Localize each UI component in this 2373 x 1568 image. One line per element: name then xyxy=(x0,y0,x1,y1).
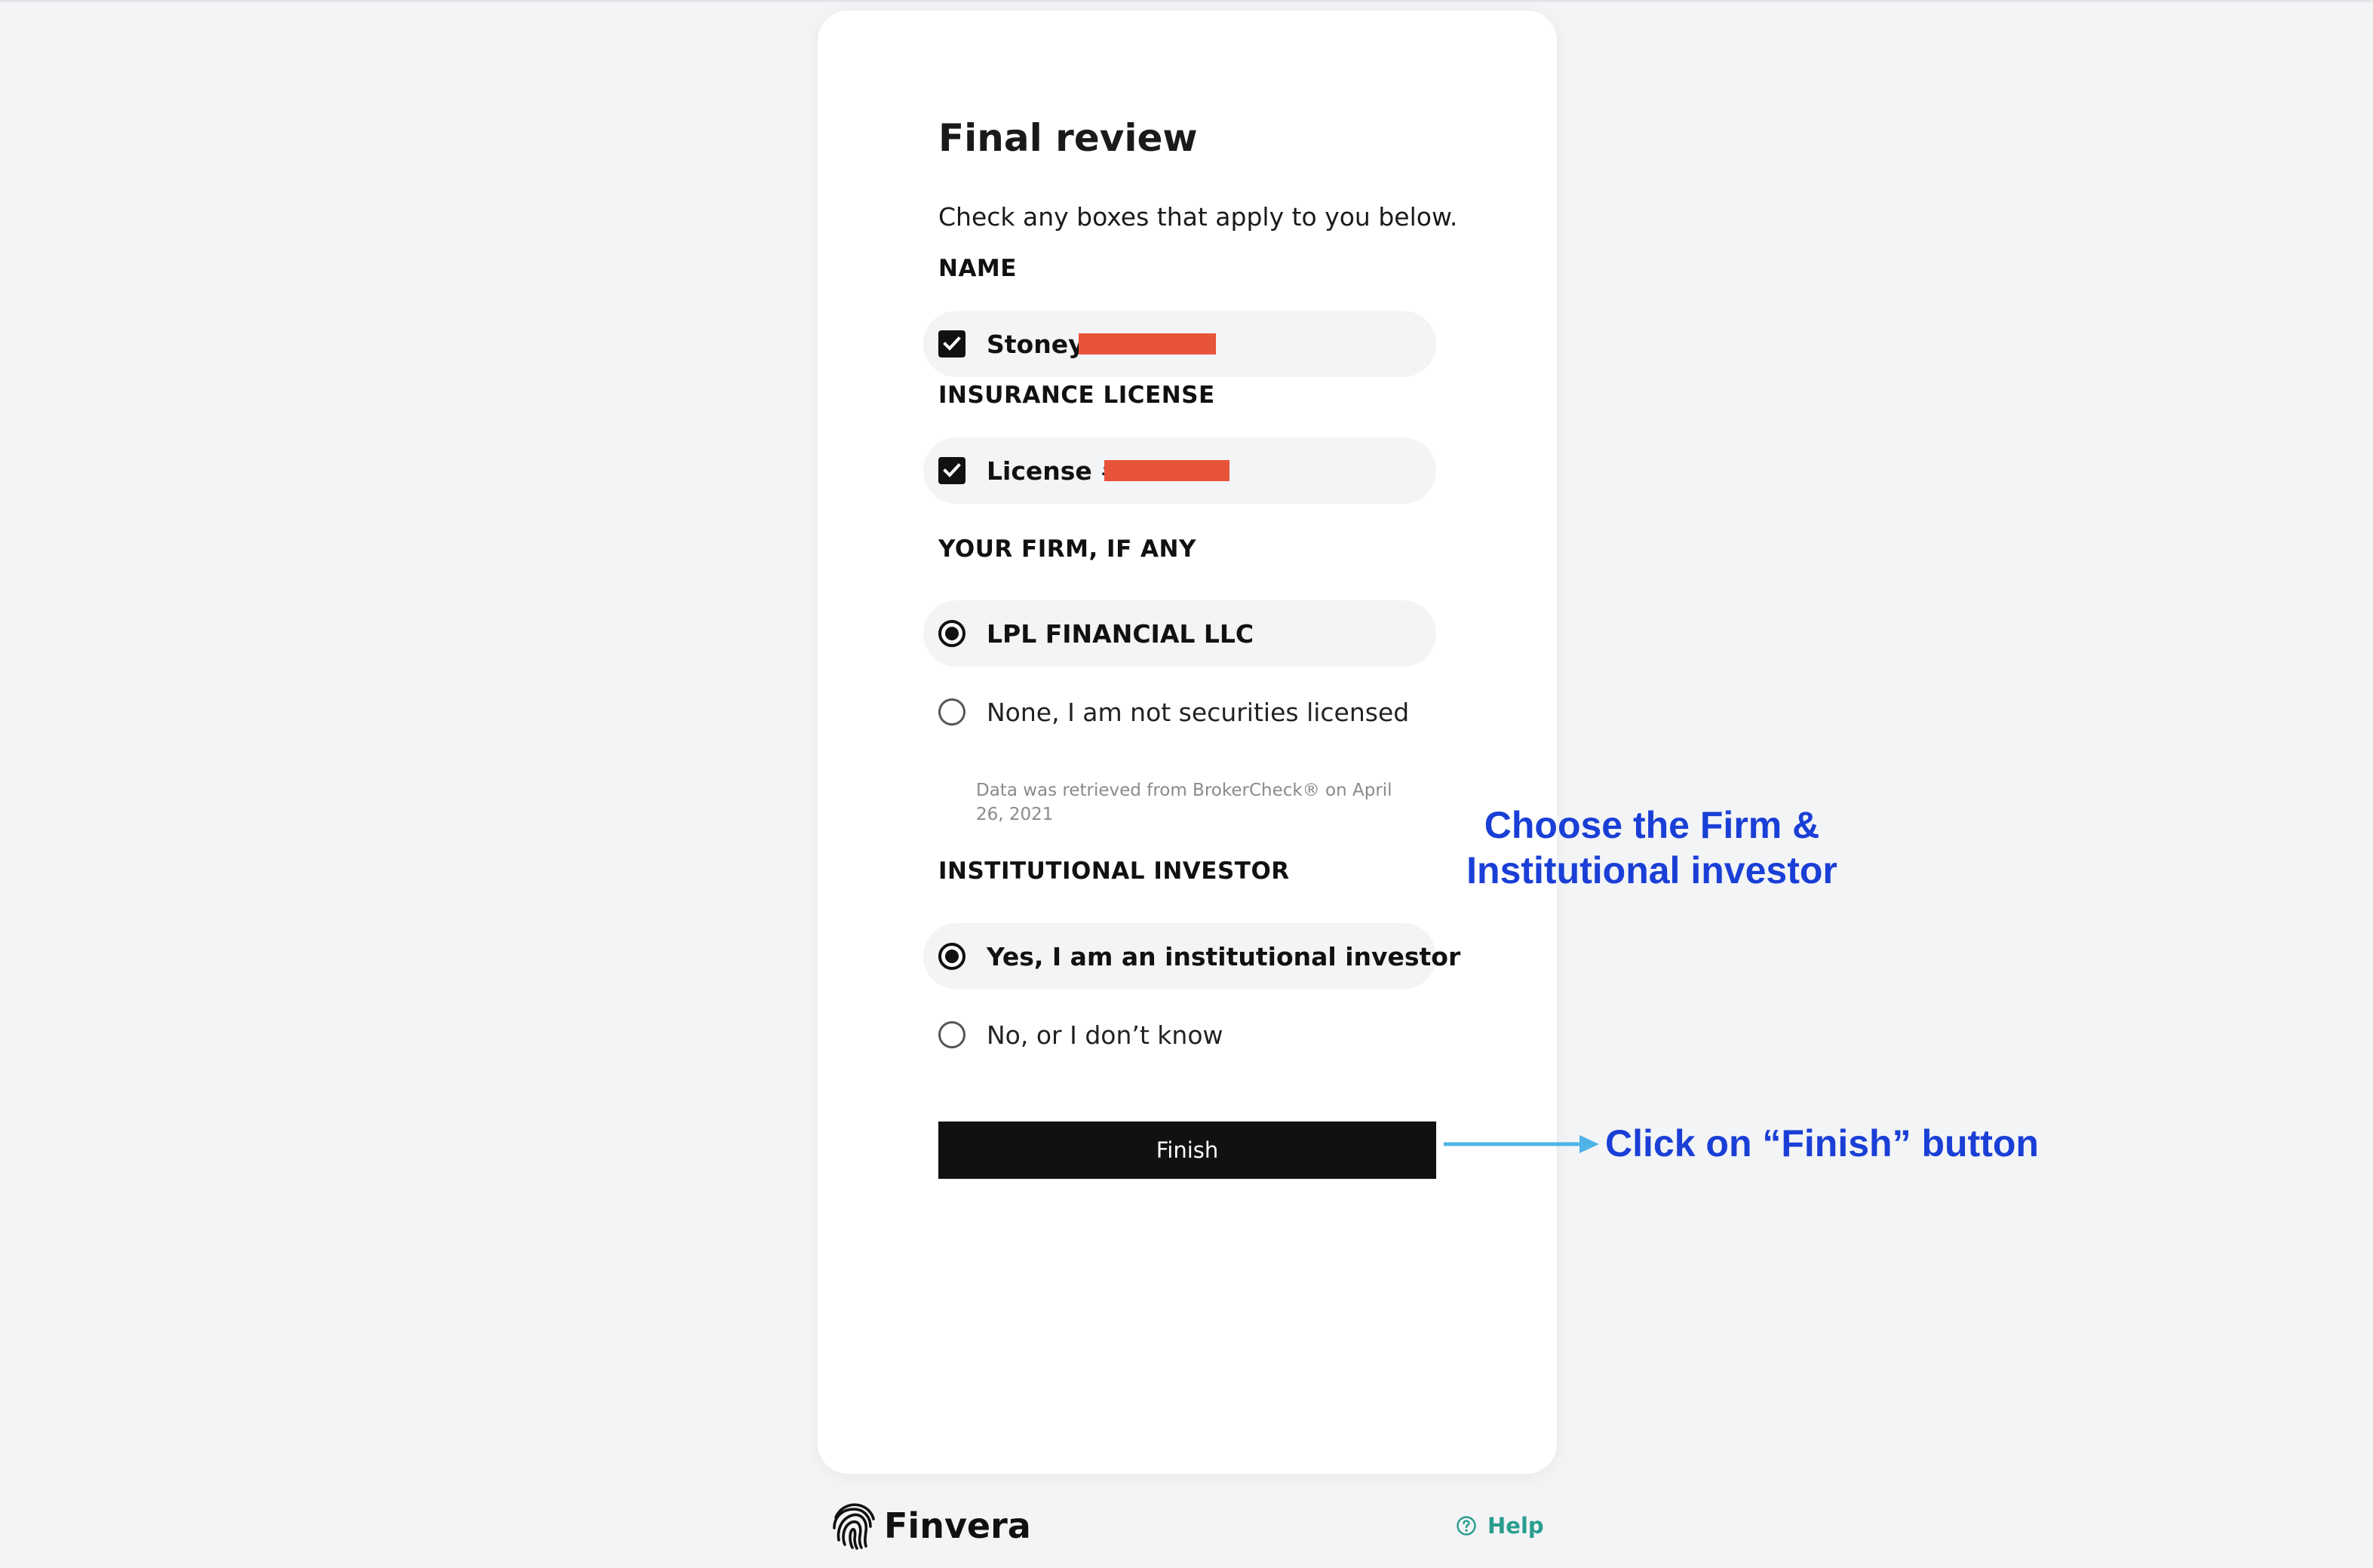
arrow-right-icon xyxy=(1444,1135,1599,1153)
name-redaction xyxy=(1079,333,1216,354)
checkbox-checked-icon[interactable] xyxy=(938,457,965,484)
fingerprint-icon xyxy=(833,1503,875,1550)
radio-unselected-icon[interactable] xyxy=(938,1021,965,1048)
finish-button[interactable]: Finish xyxy=(938,1122,1436,1179)
name-option-text: Stoney xyxy=(987,329,1085,359)
firm-option-lpl-text: LPL FINANCIAL LLC xyxy=(987,618,1254,649)
investor-section-label: INSTITUTIONAL INVESTOR xyxy=(938,858,1290,885)
firm-option-lpl[interactable]: LPL FINANCIAL LLC xyxy=(938,600,1254,667)
license-option-text: License # xyxy=(987,456,1122,486)
firm-section-label: YOUR FIRM, IF ANY xyxy=(938,535,1196,563)
investor-option-yes-text: Yes, I am an institutional investor xyxy=(987,941,1461,971)
brand-logo: Finvera xyxy=(831,1501,1031,1551)
firm-option-none-text: None, I am not securities licensed xyxy=(987,697,1410,727)
page-title: Final review xyxy=(938,116,1198,160)
top-border xyxy=(0,0,2373,2)
investor-option-no-text: No, or I don’t know xyxy=(987,1020,1223,1050)
help-label[interactable]: Help xyxy=(1487,1513,1544,1539)
page-subtitle: Check any boxes that apply to you below. xyxy=(938,202,1458,232)
help-link[interactable]: Help xyxy=(1456,1513,1544,1539)
investor-option-yes[interactable]: Yes, I am an institutional investor xyxy=(938,923,1460,990)
license-section-label: INSURANCE LICENSE xyxy=(938,382,1215,409)
firm-annotation: Choose the Firm & Institutional investor xyxy=(1466,804,1837,891)
name-section-label: NAME xyxy=(938,255,1017,282)
license-option[interactable]: License # xyxy=(938,437,1122,504)
question-circle-icon xyxy=(1457,1516,1476,1536)
finish-annotation: Click on “Finish” button xyxy=(1605,1122,2039,1164)
license-redaction xyxy=(1104,460,1229,481)
investor-option-no[interactable]: No, or I don’t know xyxy=(938,1002,1223,1068)
radio-selected-icon[interactable] xyxy=(938,620,965,647)
brokercheck-note: Data was retrieved from BrokerCheck® on … xyxy=(976,781,1392,824)
brand-name: Finvera xyxy=(884,1505,1031,1546)
checkbox-checked-icon[interactable] xyxy=(938,330,965,357)
name-option[interactable]: Stoney xyxy=(938,311,1085,377)
radio-unselected-icon[interactable] xyxy=(938,698,965,726)
radio-selected-icon[interactable] xyxy=(938,943,965,970)
firm-option-none[interactable]: None, I am not securities licensed xyxy=(938,679,1409,745)
